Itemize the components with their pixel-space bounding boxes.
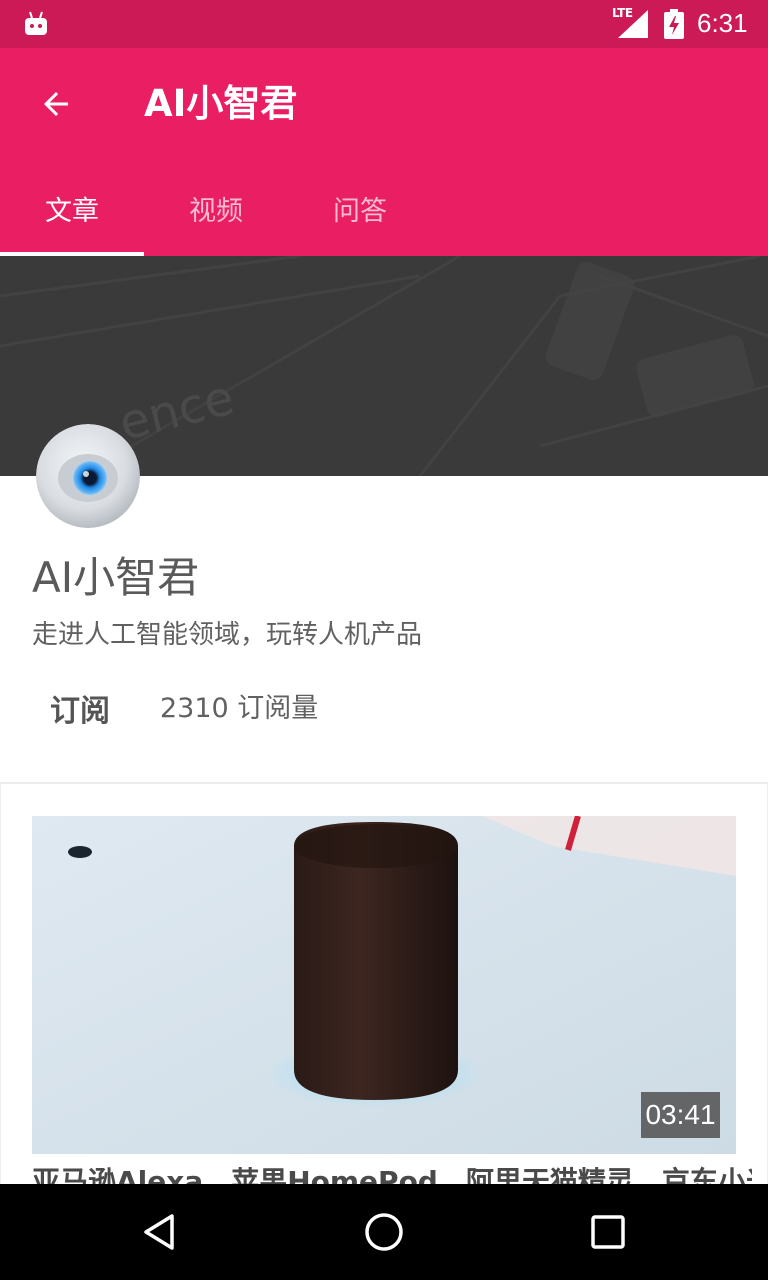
avatar[interactable]: [36, 424, 140, 528]
video-duration-badge: 03:41: [641, 1092, 720, 1138]
tab-qa[interactable]: 问答: [288, 160, 432, 256]
recents-square-icon: [591, 1215, 625, 1249]
smart-speaker-image: [32, 816, 736, 1154]
arrow-back-icon: [44, 92, 68, 116]
eye-icon: [36, 424, 140, 528]
tab-videos[interactable]: 视频: [144, 160, 288, 256]
back-triangle-icon: [144, 1214, 174, 1250]
system-navigation-bar: [0, 1184, 768, 1280]
article-title-text: 亚马逊Alexa，苹果HomePod，阿里天猫精灵，京东小米: [32, 1165, 752, 1184]
back-button[interactable]: [24, 76, 88, 132]
lte-signal-icon: [618, 10, 648, 38]
android-notification-icon: [25, 11, 47, 35]
profile-name: AI小智君: [32, 553, 200, 602]
tab-articles[interactable]: 文章: [0, 160, 144, 256]
nav-recents-button[interactable]: [576, 1204, 640, 1260]
home-circle-icon: [365, 1213, 403, 1251]
battery-charging-icon: [664, 9, 684, 39]
video-thumbnail[interactable]: [32, 816, 736, 1154]
subscriber-count: 2310 订阅量: [160, 693, 319, 724]
subscribe-button[interactable]: 订阅: [36, 684, 124, 732]
status-time: 6:31: [697, 8, 748, 38]
tab-bar: 文章 视频 问答: [0, 160, 768, 256]
nav-home-button[interactable]: [352, 1204, 416, 1260]
profile-description: 走进人工智能领域，玩转人机产品: [32, 620, 423, 650]
page-title: AI小智君: [144, 82, 298, 125]
article-title[interactable]: 亚马逊Alexa，苹果HomePod，阿里天猫精灵，京东小米: [32, 1164, 752, 1184]
status-bar: LTE 6:31: [0, 0, 768, 48]
nav-back-button[interactable]: [128, 1204, 192, 1260]
app-bar: AI小智君 文章 视频 问答: [0, 48, 768, 256]
